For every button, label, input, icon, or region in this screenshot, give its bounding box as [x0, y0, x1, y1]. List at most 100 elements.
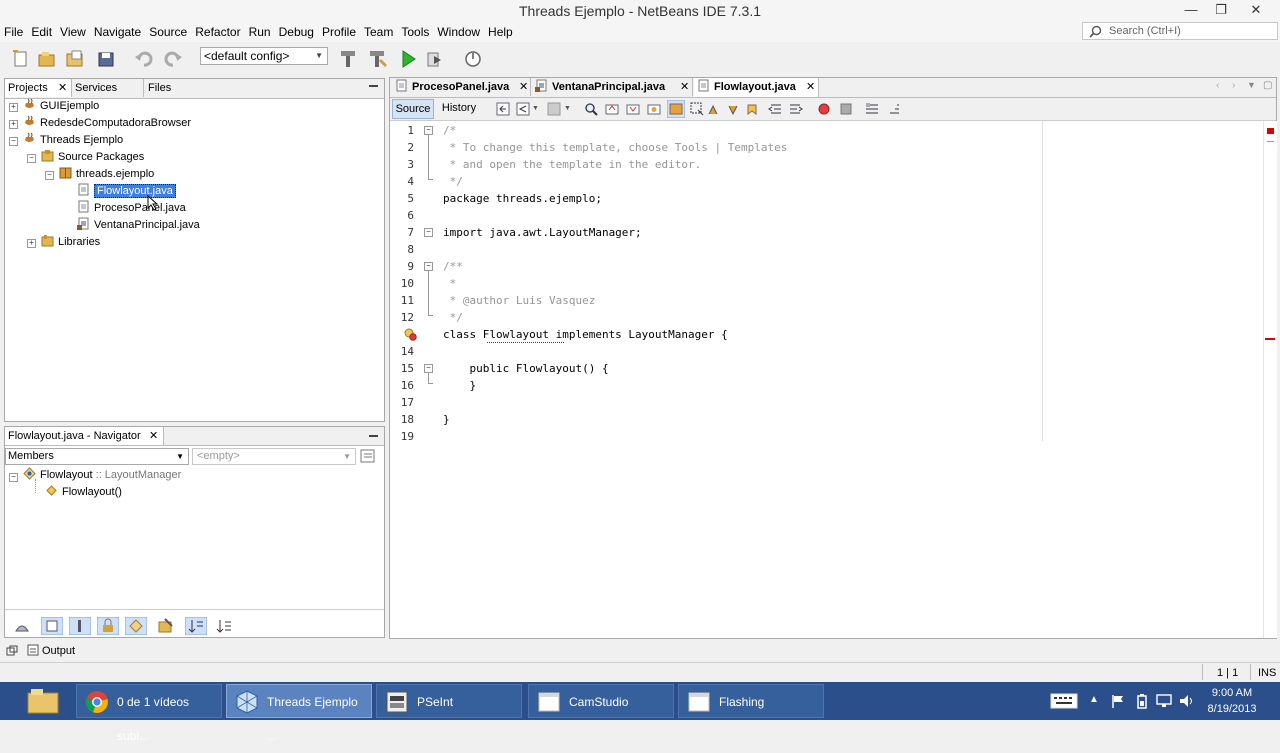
- next-bookmark-icon[interactable]: [726, 102, 740, 116]
- expand-icon[interactable]: +: [27, 239, 36, 248]
- collapse-icon[interactable]: −: [45, 171, 54, 180]
- taskbar-item-pseint[interactable]: PSeInt: [376, 684, 522, 718]
- close-icon[interactable]: ✕: [680, 78, 689, 96]
- expand-icon[interactable]: +: [9, 103, 18, 112]
- comment-icon[interactable]: [865, 102, 879, 116]
- show-javadoc-icon[interactable]: [157, 617, 175, 635]
- clock-date[interactable]: 8/19/2013: [1200, 703, 1264, 715]
- show-inherited-icon[interactable]: [13, 617, 31, 635]
- tab-navigator[interactable]: Flowlayout.java - Navigator ✕: [5, 427, 164, 445]
- volume-icon[interactable]: [1178, 693, 1196, 709]
- keyboard-icon[interactable]: [1050, 692, 1078, 710]
- toggle-highlight-icon[interactable]: [667, 100, 685, 118]
- source-view-button[interactable]: Source: [392, 99, 434, 119]
- start-macro-recording-icon[interactable]: [817, 102, 831, 116]
- tree-item-procesopanel-java[interactable]: ProcesoPanel.java: [77, 200, 186, 217]
- fold-icon[interactable]: −: [424, 262, 433, 271]
- show-static-icon[interactable]: [69, 617, 91, 635]
- menu-view[interactable]: View: [56, 22, 90, 42]
- show-hidden-icons-icon[interactable]: ▲: [1089, 694, 1099, 705]
- caret-position[interactable]: 1 | 1: [1217, 667, 1238, 679]
- taskbar-item-chrome[interactable]: 0 de 1 vídeos subi...: [76, 684, 222, 743]
- menu-source[interactable]: Source: [145, 22, 191, 42]
- collapse-icon[interactable]: −: [9, 473, 18, 482]
- minimize-panel-icon[interactable]: [369, 85, 378, 87]
- back-dropdown-icon[interactable]: ▼: [532, 105, 539, 112]
- menu-edit[interactable]: Edit: [27, 22, 56, 42]
- members-select[interactable]: Members ▼: [5, 448, 189, 465]
- toggle-rectangular-selection-icon[interactable]: [690, 102, 704, 116]
- find-icon[interactable]: [584, 102, 598, 116]
- nav-item-flowlayout-constructor[interactable]: Flowlayout(): [45, 484, 122, 501]
- config-select[interactable]: <default config> ▼: [200, 47, 328, 65]
- tree-item-flowlayout-java[interactable]: Flowlayout.java: [77, 183, 176, 200]
- last-edit-icon[interactable]: [496, 102, 510, 116]
- menu-window[interactable]: Window: [433, 22, 484, 42]
- navigator-options-icon[interactable]: [360, 448, 376, 464]
- action-center-flag-icon[interactable]: [1110, 693, 1126, 709]
- filter-select[interactable]: <empty> ▼: [192, 448, 356, 465]
- file-explorer-icon[interactable]: [26, 686, 60, 716]
- tree-item-guiejemplo[interactable]: GUIEjemplo: [23, 98, 99, 115]
- menu-tools[interactable]: Tools: [397, 22, 433, 42]
- previous-bookmark-icon[interactable]: [706, 102, 720, 116]
- close-icon[interactable]: ✕: [149, 427, 158, 445]
- build-icon[interactable]: [337, 48, 359, 70]
- nav-item-flowlayout-class[interactable]: Flowlayout :: LayoutManager: [23, 467, 181, 484]
- history-view-button[interactable]: History: [438, 99, 480, 119]
- new-file-icon[interactable]: [10, 48, 32, 70]
- run-icon[interactable]: [397, 48, 419, 70]
- error-marker-top[interactable]: [1267, 128, 1274, 134]
- forward-icon[interactable]: [547, 102, 561, 116]
- taskbar-item-netbeans[interactable]: Threads Ejemplo ...: [226, 684, 372, 743]
- find-next-icon[interactable]: [626, 102, 640, 116]
- maximize-button[interactable]: ❐: [1206, 0, 1236, 20]
- show-non-public-icon[interactable]: [97, 617, 119, 635]
- sort-by-source-icon[interactable]: [185, 617, 207, 635]
- menu-help[interactable]: Help: [484, 22, 517, 42]
- fold-icon[interactable]: −: [424, 228, 433, 237]
- taskbar-item-flashing[interactable]: Flashing: [678, 684, 824, 718]
- collapse-icon[interactable]: −: [9, 137, 18, 146]
- battery-icon[interactable]: [1135, 693, 1149, 709]
- network-icon[interactable]: [1155, 693, 1173, 709]
- debug-icon[interactable]: [424, 48, 446, 70]
- tree-item-libraries[interactable]: Libraries: [41, 234, 100, 251]
- menu-profile[interactable]: Profile: [318, 22, 360, 42]
- tab-services[interactable]: Services: [75, 79, 139, 97]
- scroll-tabs-right-icon[interactable]: ›: [1232, 80, 1235, 91]
- editor-tab-ventanaprincipal[interactable]: VentanaPrincipal.java ✕: [532, 78, 693, 96]
- insert-mode[interactable]: INS: [1258, 667, 1276, 679]
- back-icon[interactable]: [516, 102, 530, 116]
- fold-icon[interactable]: −: [424, 364, 433, 373]
- error-marker[interactable]: [1265, 338, 1275, 340]
- show-inner-classes-icon[interactable]: [125, 617, 147, 635]
- shift-left-icon[interactable]: [768, 102, 782, 116]
- open-project-icon[interactable]: [64, 48, 86, 70]
- menu-file[interactable]: File: [0, 22, 27, 42]
- menu-refactor[interactable]: Refactor: [191, 22, 244, 42]
- find-previous-icon[interactable]: [605, 102, 619, 116]
- menu-navigate[interactable]: Navigate: [90, 22, 145, 42]
- find-selection-icon[interactable]: [647, 102, 661, 116]
- uncomment-icon[interactable]: [886, 102, 900, 116]
- warning-marker[interactable]: [1267, 141, 1274, 142]
- shift-right-icon[interactable]: [789, 102, 803, 116]
- menu-run[interactable]: Run: [245, 22, 275, 42]
- close-button[interactable]: ✕: [1236, 0, 1276, 20]
- menu-debug[interactable]: Debug: [275, 22, 318, 42]
- close-icon[interactable]: ✕: [58, 79, 67, 97]
- clock-time[interactable]: 9:00 AM: [1200, 687, 1264, 699]
- forward-dropdown-icon[interactable]: ▼: [564, 105, 571, 112]
- scroll-tabs-left-icon[interactable]: ‹: [1216, 80, 1219, 91]
- clean-build-icon[interactable]: [366, 48, 388, 70]
- expand-icon[interactable]: +: [9, 120, 18, 129]
- redo-icon[interactable]: [162, 48, 184, 70]
- toggle-bookmark-icon[interactable]: [745, 102, 759, 116]
- undo-icon[interactable]: [133, 48, 155, 70]
- taskbar-item-camstudio[interactable]: CamStudio: [528, 684, 674, 718]
- tab-files[interactable]: Files: [143, 79, 192, 97]
- editor-tab-procesopanel[interactable]: ProcesoPanel.java ✕: [392, 78, 531, 96]
- new-project-icon[interactable]: [36, 48, 58, 70]
- show-opened-documents-icon[interactable]: ▼: [1247, 80, 1256, 90]
